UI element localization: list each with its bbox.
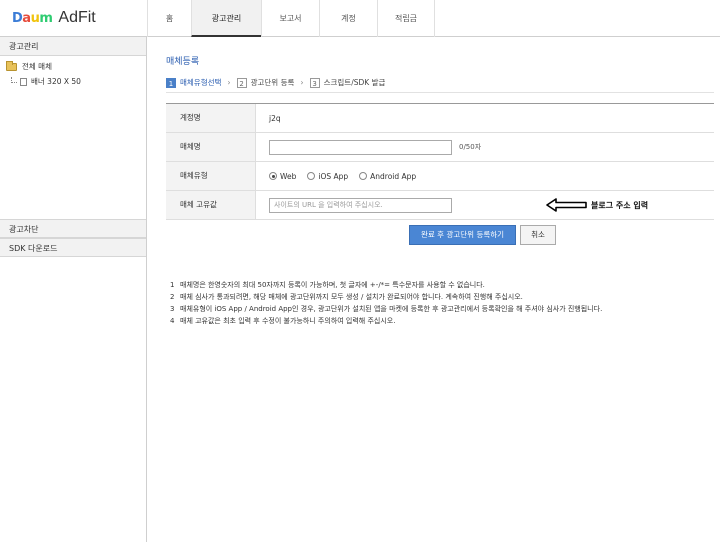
notice-item: 3 매체유형이 iOS App / Android App인 경우, 광고단위가… [170,303,710,315]
char-counter: 0/50자 [459,143,482,151]
radio-label: iOS App [318,171,349,181]
step-label: 매체유형선택 [180,78,222,87]
chevron-right-icon: › [300,78,304,87]
notice-item: 1 매체명은 한영숫자의 최대 50자까지 등록이 가능하며, 첫 글자에 +-… [170,279,710,291]
tree-connector [11,76,17,83]
form-row-media-type: 매체유형 Web iOS App Android App [166,162,714,191]
notice-text: 매체명은 한영숫자의 최대 50자까지 등록이 가능하며, 첫 글자에 +-/*… [180,281,485,289]
nav-tab-ad-manage[interactable]: 광고관리 [191,0,261,37]
step-1: 1 매체유형선택 [166,77,221,88]
form-row-account: 계정명 j2q [166,104,714,133]
account-name-value: j2q [269,113,281,123]
step-label: 스크립트/SDK 발급 [323,78,386,87]
sidebar-section-sdk-download[interactable]: SDK 다운로드 [0,238,146,257]
step-number: 1 [166,77,176,88]
form-label: 매체유형 [166,162,256,190]
media-tree: 전체 매체 배너 320 X 50 [0,56,146,89]
radio-unchecked-icon[interactable] [307,172,316,180]
document-icon [20,77,27,86]
page-title: 매체등록 [166,57,200,67]
form-label: 매체 고유값 [166,191,256,219]
sidebar-section-ad-manage[interactable]: 광고관리 [0,37,146,56]
notice-number: 2 [170,293,175,301]
form-row-media-name: 매체명 0/50자 [166,133,714,162]
tree-item-all-media[interactable]: 전체 매체 [6,59,146,74]
notice-text: 매체유형이 iOS App / Android App인 경우, 광고단위가 설… [180,305,603,313]
notice-item: 2 매체 심사가 통과되려면, 해당 매체에 광고단위까지 모두 생성 / 설치… [170,291,710,303]
tree-item-banner[interactable]: 배너 320 X 50 [6,74,146,89]
media-name-input[interactable] [269,139,452,155]
main-nav: 홈 광고관리 보고서 계정 적립금 [147,0,435,37]
notice-text: 매체 고유값은 최초 입력 후 수정이 불가능하니 주의하여 입력해 주십시오. [180,317,396,325]
step-number: 2 [236,77,247,88]
folder-icon [6,60,17,71]
step-label: 광고단위 등록 [250,78,295,87]
radio-label: Web [280,171,297,181]
top-header: Daum AdFit 홈 광고관리 보고서 계정 적립금 [0,0,720,37]
sidebar-bottom-links: 광고차단 SDK 다운로드 [0,219,146,257]
radio-unchecked-icon[interactable] [359,172,368,180]
radio-android-app[interactable]: Android App [359,172,416,181]
divider [166,92,714,93]
nav-tab-reward[interactable]: 적립금 [377,0,435,37]
tree-item-label: 배너 320 X 50 [31,77,81,86]
cancel-button[interactable]: 취소 [520,225,556,245]
step-indicator: 1 매체유형선택 › 2 광고단위 등록 › 3 스크립트/SDK 발급 [166,77,391,88]
form-row-unique-value: 매체 고유값 사이트의 URL 을 입력하여 주십시오. 블로그 주소 입력 [166,191,714,220]
nav-tab-report[interactable]: 보고서 [261,0,319,37]
radio-checked-icon[interactable] [269,172,277,180]
annotation: 블로그 주소 입력 [546,198,648,212]
sidebar-section-ad-block[interactable]: 광고차단 [0,219,146,238]
notice-number: 3 [170,305,175,313]
step-number: 3 [309,77,320,88]
radio-label: Android App [370,171,417,181]
tree-item-label: 전체 매체 [22,62,52,71]
media-register-form: 계정명 j2q 매체명 0/50자 매체유형 Web iOS App Andro… [166,103,714,220]
notice-item: 4 매체 고유값은 최초 입력 후 수정이 불가능하니 주의하여 입력해 주십시… [170,315,710,327]
notice-number: 4 [170,317,175,325]
nav-tab-account[interactable]: 계정 [319,0,377,37]
step-2: 2 광고단위 등록 [236,77,295,88]
notice-text: 매체 심사가 통과되려면, 해당 매체에 광고단위까지 모두 생성 / 설치가 … [180,293,523,301]
form-label: 매체명 [166,133,256,161]
unique-value-input[interactable]: 사이트의 URL 을 입력하여 주십시오. [269,197,452,213]
adfit-logo-text: AdFit [58,9,96,26]
radio-web[interactable]: Web [269,172,296,181]
sidebar: 광고관리 전체 매체 배너 320 X 50 광고차단 SDK 다운로드 [0,37,147,542]
notice-list: 1 매체명은 한영숫자의 최대 50자까지 등록이 가능하며, 첫 글자에 +-… [170,279,710,327]
daum-adfit-logo[interactable]: Daum AdFit [12,9,96,27]
annotation-text: 블로그 주소 입력 [591,200,649,210]
form-actions: 완료 후 광고단위 등록하기 취소 [409,225,556,245]
form-label: 계정명 [166,104,256,132]
chevron-right-icon: › [227,78,231,87]
nav-tab-home[interactable]: 홈 [147,0,191,37]
notice-number: 1 [170,281,175,289]
radio-ios-app[interactable]: iOS App [307,172,348,181]
arrow-left-icon [546,198,587,212]
submit-button[interactable]: 완료 후 광고단위 등록하기 [409,225,517,245]
step-3: 3 스크립트/SDK 발급 [309,77,386,88]
daum-logo-text: Daum [12,10,53,26]
